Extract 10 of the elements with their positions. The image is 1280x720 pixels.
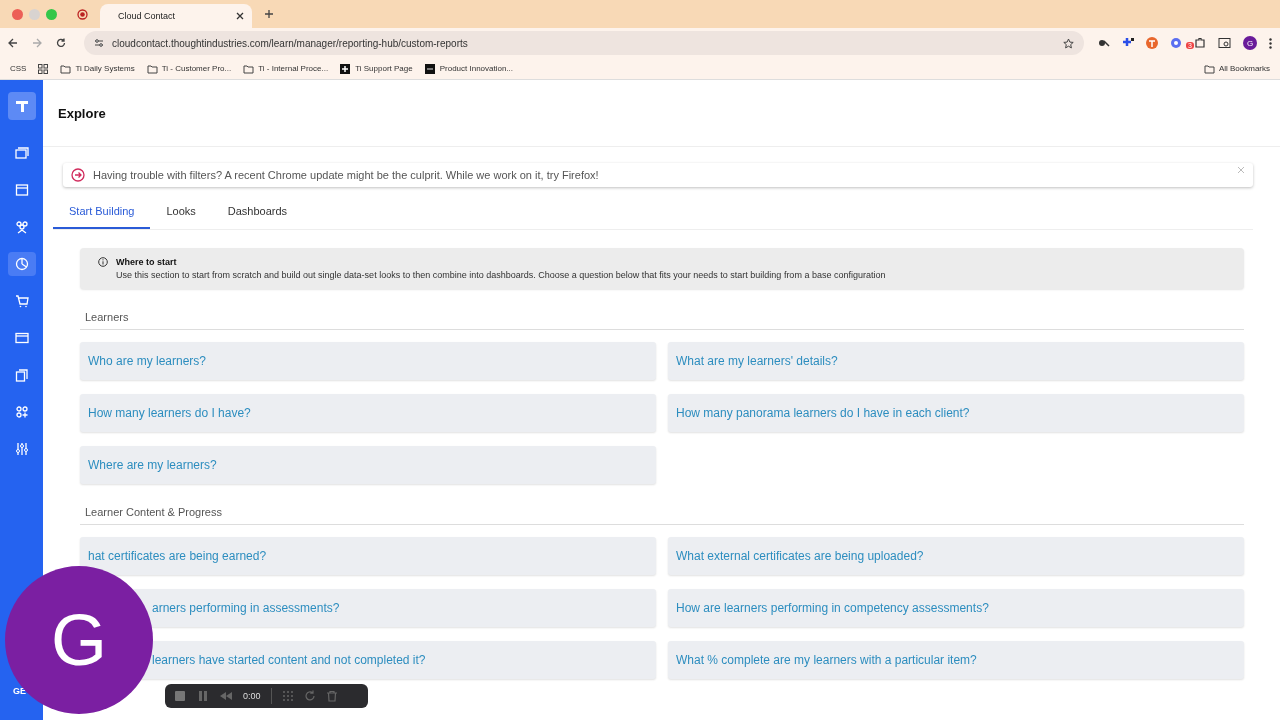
recording-time: 0:00 bbox=[243, 691, 261, 701]
banner-text: Having trouble with filters? A recent Chrome update might be the culprit. While we work on it, try Firefox! bbox=[93, 169, 599, 181]
page-title: Explore bbox=[43, 80, 1280, 147]
section-title: Learner Content & Progress bbox=[80, 490, 1244, 525]
section-title: Learners bbox=[80, 295, 1244, 330]
tab-title: Cloud Contact bbox=[118, 11, 176, 21]
info-text: Use this section to start from scratch and build out single data-set looks to then combine into dashboards. Choose a question below that fits your needs to start building from a base configuration bbox=[116, 270, 886, 280]
user-initials: GE bbox=[13, 686, 26, 696]
url-text: cloudcontact.thoughtindustries.com/learn/manager/reporting-hub/custom-reports bbox=[112, 37, 469, 49]
info-title: Where to start bbox=[116, 257, 178, 267]
